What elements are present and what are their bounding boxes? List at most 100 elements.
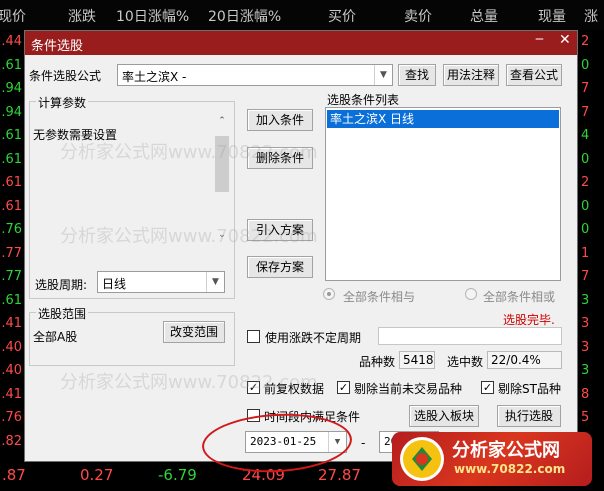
table-cell: .61 [1,292,22,308]
table-cell: .41 [1,386,22,402]
view-formula-button[interactable]: 查看公式 [506,64,562,86]
table-cell: 0 [581,198,590,214]
table-cell: 4 [581,128,590,143]
change-range-button[interactable]: 改变范围 [163,321,225,343]
col-header-10d[interactable]: 10日涨幅% [116,6,189,26]
count-value: 5418 [399,351,435,369]
date-separator: - [361,436,366,450]
stock-table-header: 现价 涨跌 10日涨幅% 20日涨幅% 买价 卖价 总量 现量 涨 [0,0,604,30]
logo-emblem-icon [400,437,444,481]
uncertain-period-label: 使用涨跌不定周期 [265,331,362,345]
params-scrollbar[interactable]: ⌃ ⌄ [213,116,231,246]
selected-label: 选中数 [447,355,484,369]
formula-combo[interactable]: 率土之滨X - ▼ [117,64,393,86]
table-cell: .76 [1,222,22,237]
close-icon[interactable]: ✕ [559,32,571,48]
table-cell: 3 [581,339,590,355]
uncertain-period-input[interactable] [378,327,562,345]
delete-condition-button[interactable]: 删除条件 [247,147,313,169]
chevron-down-icon[interactable]: ▼ [206,272,224,292]
table-cell: 5 [581,410,590,425]
usage-notes-button[interactable]: 用法注释 [443,64,499,86]
status-text: 选股完毕. [503,313,555,327]
radio-or[interactable] [465,288,477,300]
col-header-change[interactable]: 涨跌 [68,6,96,26]
lastvol-column-fragment: 2 0 7 7 4 0 2 0 0 1 7 3 3 3 3 8 5 2 [578,30,604,453]
col-header-bid[interactable]: 买价 [328,6,356,26]
table-cell: -6.79 [158,466,197,484]
selected-value: 22/0.4% [487,351,562,369]
period-label: 选股周期: [35,278,88,292]
table-cell: .61 [1,128,22,143]
table-cell: 7 [581,269,590,284]
table-cell: 7 [581,104,590,120]
table-cell: 3 [581,292,590,308]
table-cell: 8 [581,386,590,402]
table-cell: .94 [1,104,22,120]
exclude-st-checkbox[interactable]: ✓ [481,381,494,394]
chevron-down-icon[interactable]: ⌄ [213,230,231,244]
range-value: 全部A股 [33,330,78,344]
adjust-checkbox[interactable]: ✓ [247,381,260,394]
condition-list[interactable]: 率土之滨X 日线 [325,107,561,281]
params-group-title: 计算参数 [36,94,89,111]
table-cell: 0.27 [80,466,114,484]
condition-list-label: 选股条件列表 [327,93,400,107]
chevron-up-icon[interactable]: ⌃ [213,116,231,130]
uncertain-period-checkbox[interactable] [247,330,260,343]
formula-value: 率土之滨X - [122,70,187,84]
col-header-ask[interactable]: 卖价 [404,6,432,26]
site-logo: 分析家公式网 www.70822.com [392,432,592,486]
table-cell: 0 [581,57,590,73]
period-combo[interactable]: 日线 ▼ [97,271,225,293]
chevron-down-icon[interactable]: ▼ [374,65,392,85]
table-cell: .40 [1,339,22,355]
table-cell: 0 [581,222,590,237]
import-plan-button[interactable]: 引入方案 [247,219,313,241]
table-cell: .40 [1,363,22,378]
col-header-volume[interactable]: 总量 [470,6,498,26]
save-plan-button[interactable]: 保存方案 [247,256,313,278]
adjust-label: 前复权数据 [264,382,325,396]
exclude-untraded-checkbox[interactable]: ✓ [337,381,350,394]
radio-and[interactable] [323,288,335,300]
exclude-st-label: 剔除ST品种 [498,382,561,396]
list-item[interactable]: 率土之滨X 日线 [327,110,559,128]
minimize-icon[interactable]: ‒ [535,31,544,47]
price-column-fragment: .44 .61 .94 .94 .61 .61 .61 .61 .76 .77 … [0,30,24,453]
col-header-price[interactable]: 现价 [0,6,26,26]
table-cell: 1 [581,245,590,261]
logo-url: www.70822.com [454,462,566,476]
radio-and-label: 全部条件相与 [343,290,416,304]
table-cell: .76 [1,410,22,425]
find-button[interactable]: 查找 [398,64,436,86]
execute-select-button[interactable]: 执行选股 [497,405,561,427]
period-value: 日线 [102,277,127,291]
table-cell: .61 [1,198,22,214]
table-cell: .44 [1,34,22,49]
dialog-title: 条件选股 [31,39,84,54]
col-header-more[interactable]: 涨 [584,6,598,26]
dialog-titlebar[interactable]: 条件选股 ‒ ✕ [25,31,577,55]
add-condition-button[interactable]: 加入条件 [247,109,313,131]
table-cell: 2 [581,175,590,190]
logo-title: 分析家公式网 [452,440,560,461]
col-header-lastvol[interactable]: 现量 [538,6,566,26]
table-cell: 3 [581,363,590,378]
scrollbar-thumb[interactable] [215,136,229,192]
col-header-20d[interactable]: 20日涨幅% [208,6,281,26]
radio-or-label: 全部条件相或 [483,290,556,304]
table-cell: 27.87 [318,466,361,484]
table-cell: .87 [2,466,26,484]
condition-select-dialog: 条件选股 ‒ ✕ 条件选股公式 率土之滨X - ▼ 查找 用法注释 查看公式 计… [24,30,578,462]
count-label: 品种数 [359,355,396,369]
formula-label: 条件选股公式 [29,69,102,83]
table-cell: .41 [1,316,22,331]
table-cell: .77 [1,269,22,284]
table-cell: .61 [1,57,22,73]
table-cell: .61 [1,175,22,190]
table-cell: 3 [581,316,590,331]
to-board-button[interactable]: 选股入板块 [409,405,479,427]
table-cell: 0 [581,151,590,167]
params-text: 无参数需要设置 [33,128,118,142]
